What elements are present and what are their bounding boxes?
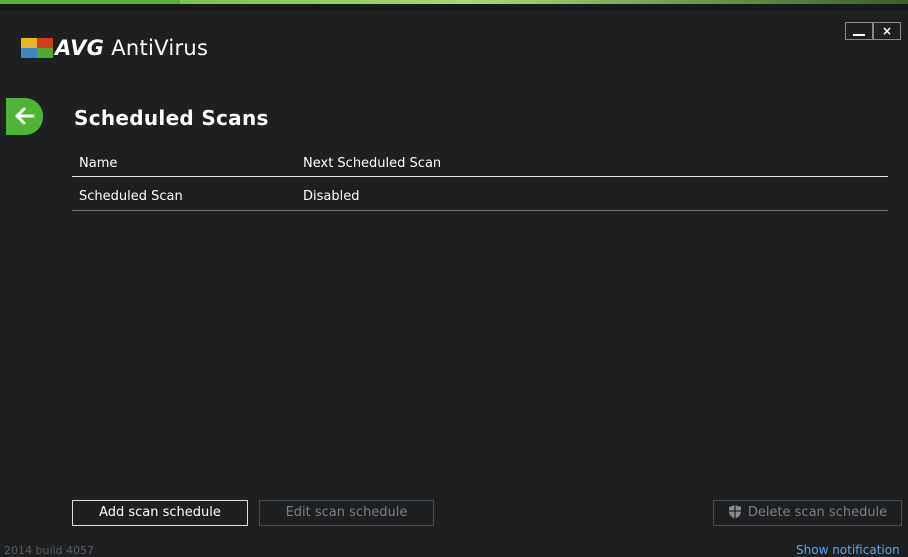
add-scan-schedule-button[interactable]: Add scan schedule [72, 500, 248, 526]
close-button[interactable]: × [873, 22, 901, 40]
edit-scan-schedule-button[interactable]: Edit scan schedule [259, 500, 434, 526]
top-accent-strip [0, 0, 908, 11]
app-title: AVG AntiVirus [55, 36, 208, 60]
minimize-button[interactable] [845, 22, 873, 40]
page-title: Scheduled Scans [74, 106, 269, 130]
column-header-name[interactable]: Name [79, 156, 117, 171]
column-header-next-scan[interactable]: Next Scheduled Scan [303, 156, 441, 171]
accent-bar-left [0, 0, 180, 4]
build-info: 2014 build 4057 [4, 544, 95, 557]
accent-bar-right [180, 0, 908, 4]
app-window: AVG AntiVirus × Scheduled Scans Name Nex… [0, 0, 908, 557]
table-row[interactable]: Scheduled Scan Disabled [72, 177, 888, 211]
minimize-icon [853, 34, 865, 36]
delete-scan-schedule-button[interactable]: Delete scan schedule [713, 500, 902, 526]
back-arrow-icon [15, 107, 35, 125]
delete-button-label: Delete scan schedule [747, 505, 888, 520]
product-name: AntiVirus [111, 36, 209, 60]
row-next-scan-cell: Disabled [303, 189, 360, 204]
row-name-cell: Scheduled Scan [79, 189, 183, 204]
shield-icon [728, 505, 741, 519]
back-button[interactable] [6, 98, 43, 135]
avg-logo-icon [21, 38, 53, 58]
brand-name: AVG [55, 36, 105, 60]
scheduled-scans-table: Name Next Scheduled Scan Scheduled Scan … [72, 150, 888, 211]
table-header: Name Next Scheduled Scan [72, 150, 888, 177]
